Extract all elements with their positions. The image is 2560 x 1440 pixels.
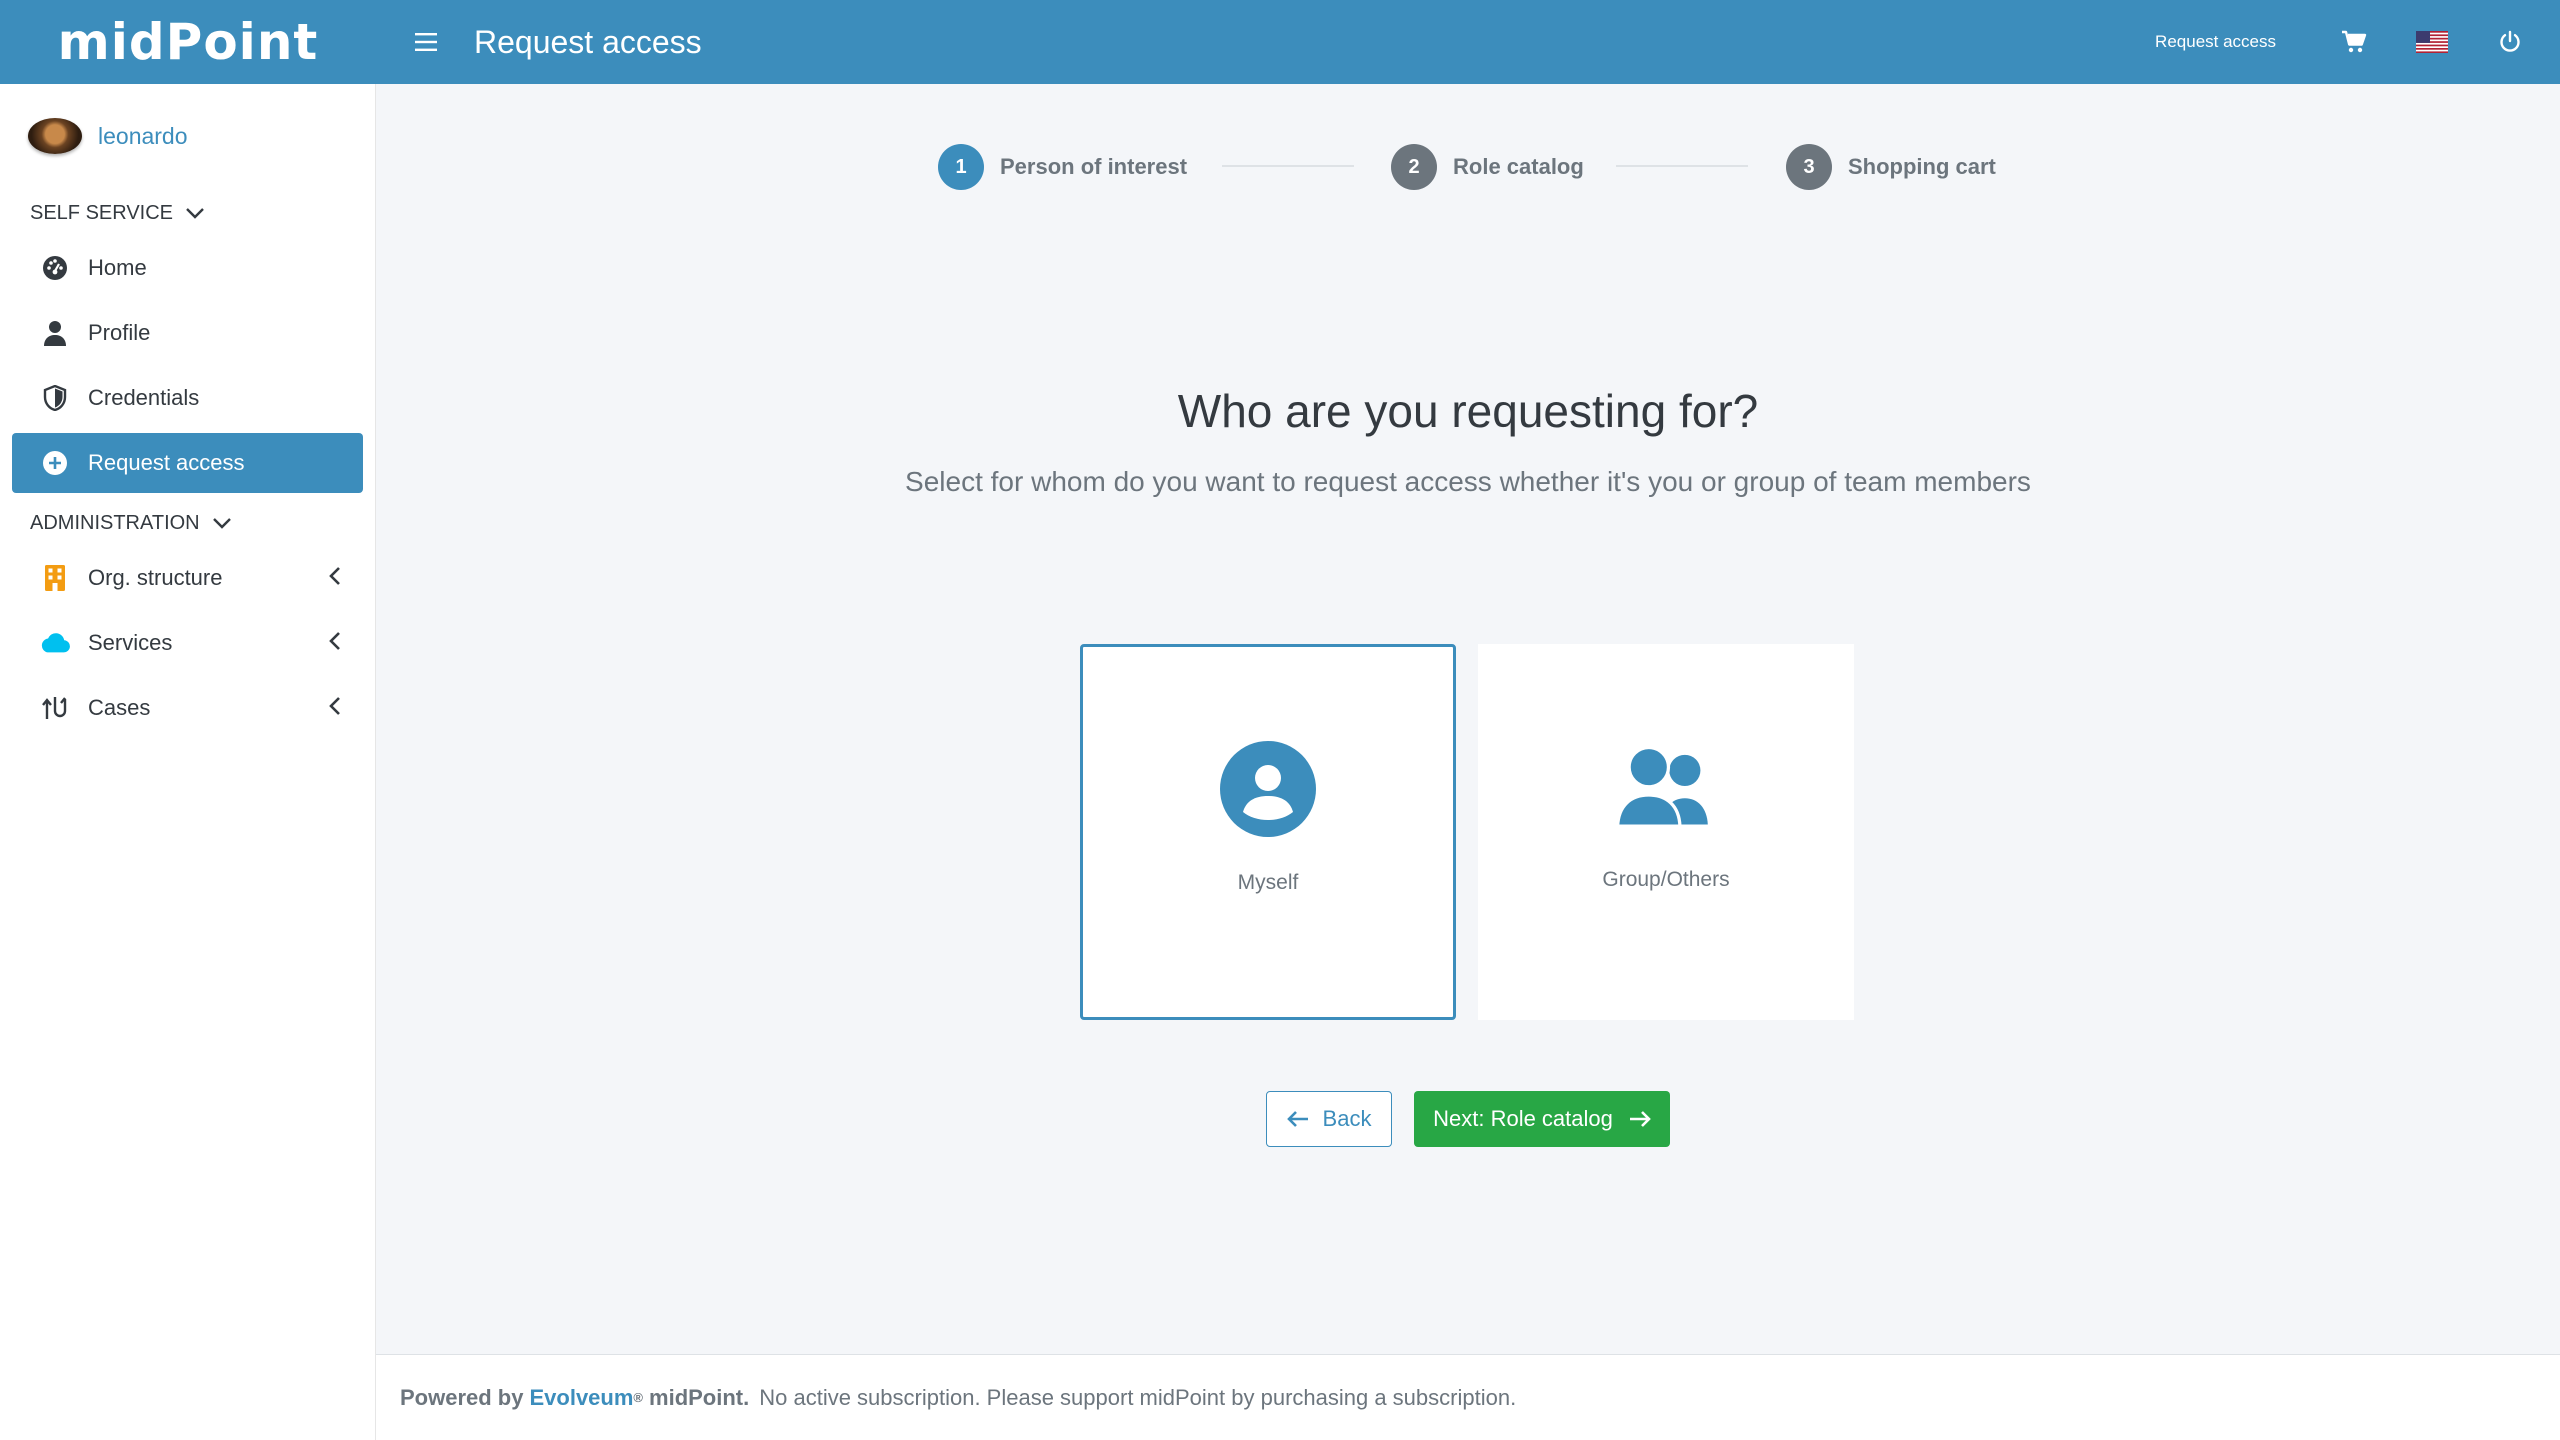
footer-subscription-notice: No active subscription. Please support m… [759, 1384, 1517, 1410]
evolveum-link[interactable]: Evolveum [529, 1385, 633, 1411]
footer: Powered by Evolveum ® midPoint. No activ… [376, 1354, 2560, 1440]
step-label: Role catalog [1453, 154, 1584, 179]
cart-icon[interactable] [2334, 22, 2374, 62]
top-navbar: midPoint Request access Request access [0, 0, 2560, 84]
step-number: 1 [938, 144, 984, 190]
wizard-subtitle: Select for whom do you want to request a… [905, 466, 2031, 497]
users-icon [1616, 736, 1716, 836]
chevron-down-icon [185, 202, 205, 225]
step-label: Person of interest [1000, 154, 1188, 179]
arrow-right-icon [1629, 1110, 1651, 1128]
user-circle-icon [1218, 739, 1318, 839]
sidebar-item-label: Org. structure [88, 565, 223, 590]
next-role-catalog-button[interactable]: Next: Role catalog [1414, 1091, 1670, 1147]
wizard-title: Who are you requesting for? [1177, 385, 1759, 437]
username-link[interactable]: leonardo [98, 123, 188, 150]
sidebar-item-home[interactable]: Home [12, 238, 363, 298]
option-group-card[interactable]: Group/Others [1478, 644, 1854, 1020]
plus-circle-icon [40, 448, 70, 478]
section-administration[interactable]: ADMINISTRATION [0, 498, 375, 548]
sidebar-item-services[interactable]: Services [12, 613, 363, 673]
step-number: 2 [1391, 144, 1437, 190]
user-panel[interactable]: leonardo [0, 84, 375, 188]
chevron-left-icon [329, 566, 341, 592]
building-icon [40, 563, 70, 593]
footer-powered-by: Powered by [400, 1384, 524, 1410]
us-flag-icon[interactable] [2412, 22, 2452, 62]
shield-icon [40, 383, 70, 413]
option-myself-card[interactable]: Myself [1080, 644, 1456, 1020]
option-label: Group/Others [1602, 868, 1730, 891]
step-connector [1222, 165, 1354, 167]
arrow-left-icon [1286, 1110, 1309, 1128]
section-title: SELF SERVICE [30, 201, 174, 224]
cases-icon [40, 693, 70, 723]
dashboard-icon [40, 253, 70, 283]
user-icon [40, 318, 70, 348]
sidebar-item-label: Home [88, 255, 147, 280]
next-label: Next: Role catalog [1433, 1106, 1613, 1131]
sidebar-item-profile[interactable]: Profile [12, 303, 363, 363]
step-person-of-interest[interactable]: 1 Person of interest [938, 142, 1187, 192]
section-title: ADMINISTRATION [30, 511, 200, 534]
sidebar-item-cases[interactable]: Cases [12, 678, 363, 738]
page-title: Request access [474, 23, 702, 60]
step-label: Shopping cart [1848, 154, 1996, 179]
avatar[interactable] [28, 118, 82, 154]
request-access-link[interactable]: Request access [2155, 32, 2276, 52]
step-shopping-cart[interactable]: 3 Shopping cart [1786, 142, 1996, 192]
sidebar-item-label: Cases [88, 695, 151, 720]
sidebar-item-label: Request access [88, 450, 245, 475]
midpoint-logo[interactable]: midPoint [0, 0, 376, 84]
footer-product: midPoint. [649, 1384, 750, 1410]
chevron-left-icon [329, 631, 341, 657]
back-label: Back [1322, 1106, 1372, 1131]
sidebar-item-credentials[interactable]: Credentials [12, 368, 363, 428]
step-number: 3 [1786, 144, 1832, 190]
sidebar-item-request-access[interactable]: Request access [12, 433, 363, 493]
step-connector [1616, 165, 1748, 167]
sidebar-item-label: Services [88, 630, 173, 655]
sidebar-item-label: Credentials [88, 385, 200, 410]
wizard-steps: 1 Person of interest 2 Role catalog 3 Sh… [376, 142, 2560, 192]
option-label: Myself [1237, 871, 1299, 894]
chevron-left-icon [329, 696, 341, 722]
sidebar: leonardo SELF SERVICE Home Profile Crede… [0, 84, 376, 1440]
registered-mark: ® [633, 1390, 644, 1405]
back-button[interactable]: Back [1266, 1091, 1392, 1147]
sidebar-item-org-structure[interactable]: Org. structure [12, 548, 363, 608]
hamburger-icon[interactable] [406, 22, 446, 62]
sidebar-item-label: Profile [88, 320, 151, 345]
power-icon[interactable] [2490, 22, 2530, 62]
chevron-down-icon [212, 512, 232, 535]
section-self-service[interactable]: SELF SERVICE [0, 188, 375, 238]
main-content: 1 Person of interest 2 Role catalog 3 Sh… [376, 84, 2560, 1354]
cloud-icon [40, 628, 70, 658]
step-role-catalog[interactable]: 2 Role catalog [1391, 142, 1584, 192]
